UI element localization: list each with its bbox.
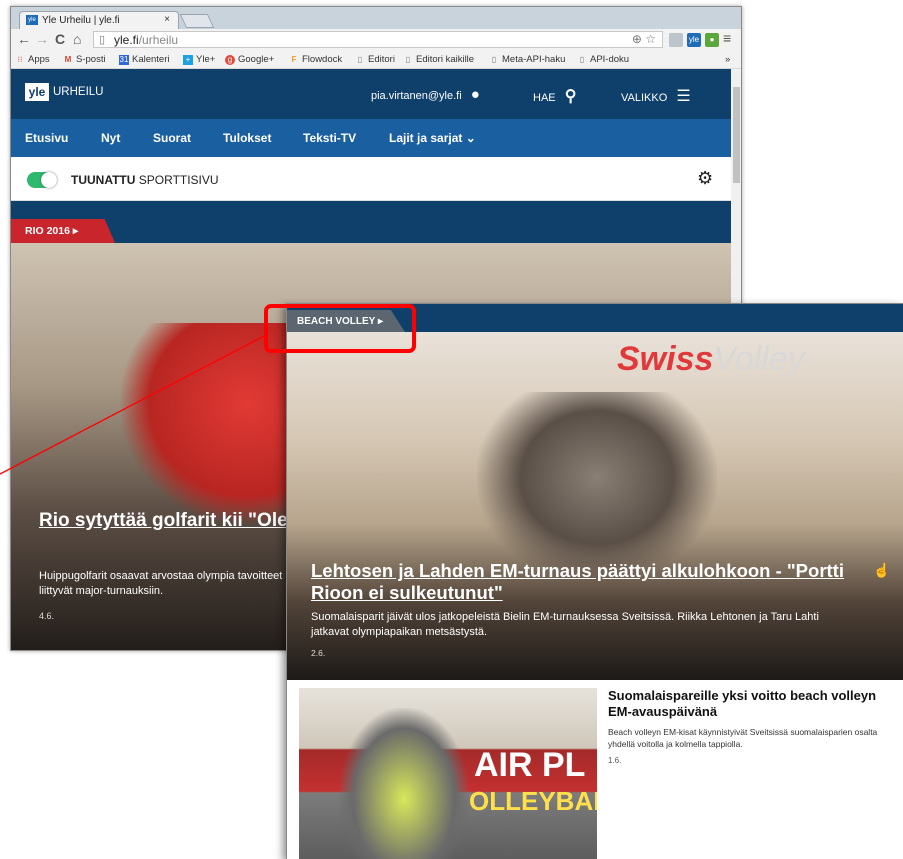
page-icon: ▯	[579, 54, 585, 64]
back-arrow-icon[interactable]: ←	[17, 31, 31, 47]
forward-arrow-icon[interactable]: →	[35, 31, 49, 47]
toggle-knob	[41, 172, 57, 188]
menu-icon[interactable]: ≡	[723, 30, 731, 46]
more-bookmarks-icon[interactable]: »	[725, 54, 730, 65]
page-icon: ▯	[357, 54, 363, 64]
thumbnail-sign-text: AIR PL	[474, 746, 586, 784]
apps-grid-icon: ⁝⁝	[17, 54, 23, 64]
speech-extension-icon[interactable]: ●	[705, 33, 719, 47]
browser-toolbar: ← → C ⌂ ▯ yle.fi/urheilu ⊕ ☆ yle ● ≡	[11, 29, 741, 51]
site-navigation: Etusivu Nyt Suorat Tulokset Teksti-TV La…	[11, 119, 731, 157]
home-icon[interactable]: ⌂	[73, 31, 81, 47]
players-photo	[339, 708, 469, 859]
nav-etusivu[interactable]: Etusivu	[25, 131, 68, 145]
flowdock-icon: F	[291, 54, 297, 64]
page-icon: ▯	[99, 34, 106, 46]
site-header: yle URHEILU pia.virtanen@yle.fi ● HAE ⚲ …	[11, 69, 731, 119]
user-icon: ●	[470, 86, 480, 103]
user-email: pia.virtanen@yle.fi	[371, 90, 462, 102]
thumbnail-sign-text: OLLEYBALL	[469, 786, 597, 816]
hero-lead: Huippugolfarit osaavat arvostaa olympia …	[39, 570, 283, 597]
bookmark-meta-api-haku[interactable]: ▯ Meta-API-haku	[489, 54, 566, 65]
section-banner: RIO 2016 ▸	[11, 201, 731, 243]
customize-toggle[interactable]	[27, 172, 57, 188]
gmail-icon: M	[64, 54, 72, 64]
hamburger-icon: ☰	[676, 88, 691, 105]
bookmark-s-posti[interactable]: M S-posti	[63, 54, 106, 65]
bookmark-apps[interactable]: ⁝⁝ Apps	[15, 54, 49, 65]
menu-label: VALIKKO	[621, 92, 668, 104]
scrollbar-thumb[interactable]	[733, 87, 740, 183]
bookmark-yle-plus[interactable]: + Yle+	[183, 54, 215, 65]
plus-icon: +	[183, 54, 193, 65]
section-title[interactable]: URHEILU	[53, 86, 103, 98]
reload-icon[interactable]: C	[55, 31, 65, 47]
close-tab-icon[interactable]: ×	[164, 14, 170, 25]
rio-2016-tag[interactable]: RIO 2016 ▸	[11, 219, 115, 243]
customize-bar: TUUNATTU SPORTTISIVU ⚙	[11, 157, 731, 201]
hero-headline[interactable]: Rio sytyttää golfarit kii "Olen yksi har…	[39, 509, 299, 532]
calendar-icon: 31	[119, 54, 129, 65]
yle-favicon-icon: yle	[26, 15, 38, 25]
article-title[interactable]: Suomalaispareille yksi voitto beach voll…	[608, 688, 894, 720]
highlight-box	[264, 304, 416, 353]
nav-suorat[interactable]: Suorat	[153, 131, 191, 145]
article-lead: Beach volleyn EM-kisat käynnistyivät Sve…	[608, 727, 878, 749]
address-bar[interactable]: ▯ yle.fi/urheilu ⊕ ☆	[93, 31, 663, 48]
hand-cursor-icon: ☝	[873, 562, 891, 578]
page-icon: ▯	[491, 54, 497, 64]
bookmark-google-plus[interactable]: g Google+	[225, 54, 274, 65]
tab-strip: yle Yle Urheilu | yle.fi ×	[11, 7, 741, 29]
search-button[interactable]: HAE ⚲	[533, 86, 576, 106]
bookmark-api-doku[interactable]: ▯ API-doku	[577, 54, 629, 65]
bookmark-editori-kaikille[interactable]: ▯ Editori kaikille	[403, 54, 474, 65]
article-thumbnail[interactable]: AIR PL OLLEYBALL	[299, 688, 597, 859]
zoom-bookmark-star-icons[interactable]: ⊕ ☆	[632, 32, 656, 46]
nav-nyt[interactable]: Nyt	[101, 131, 120, 145]
url-path: /urheilu	[138, 33, 179, 47]
tab-title: Yle Urheilu | yle.fi	[42, 15, 120, 26]
page-icon: ▯	[405, 54, 411, 64]
featured-article[interactable]: SwissVolley Lehtosen ja Lahden EM-turnau…	[287, 332, 903, 680]
nav-teksti-tv[interactable]: Teksti-TV	[303, 131, 356, 145]
nav-tulokset[interactable]: Tulokset	[223, 131, 271, 145]
featured-date: 2.6.	[311, 648, 326, 658]
new-tab-button[interactable]	[179, 14, 215, 28]
google-plus-icon: g	[225, 54, 235, 65]
bookmark-editori[interactable]: ▯ Editori	[355, 54, 395, 65]
yle-extension-icon[interactable]: yle	[687, 33, 701, 47]
extension-icon[interactable]	[669, 33, 683, 47]
zoomed-article-panel: BEACH VOLLEY ▸ SwissVolley Lehtosen ja L…	[286, 303, 903, 859]
user-account[interactable]: pia.virtanen@yle.fi ●	[371, 86, 480, 103]
nav-lajit-ja-sarjat[interactable]: Lajit ja sarjat ⌄	[389, 131, 476, 145]
featured-lead: Suomalaisparit jäivät ulos jatkopeleistä…	[311, 611, 819, 638]
featured-headline[interactable]: Lehtosen ja Lahden EM-turnaus päättyi al…	[311, 560, 871, 604]
featured-photo	[477, 392, 717, 582]
hero-date: 4.6.	[39, 611, 55, 621]
menu-button[interactable]: VALIKKO ☰	[621, 86, 691, 106]
article-date: 1.6.	[608, 756, 622, 765]
settings-gear-icon[interactable]: ⚙	[697, 168, 713, 189]
bookmarks-bar: ⁝⁝ Apps M S-posti 31 Kalenteri + Yle+ g Googl…	[11, 51, 741, 69]
search-label: HAE	[533, 92, 556, 104]
yle-logo[interactable]: yle	[25, 83, 49, 101]
browser-tab[interactable]: yle Yle Urheilu | yle.fi ×	[19, 11, 179, 29]
bookmark-kalenteri[interactable]: 31 Kalenteri	[119, 54, 170, 65]
swiss-volley-logo: SwissVolley	[617, 340, 805, 378]
url-host: yle.fi	[114, 33, 139, 47]
bookmark-flowdock[interactable]: F Flowdock	[289, 54, 343, 65]
customize-label: TUUNATTU SPORTTISIVU	[71, 173, 219, 187]
search-icon: ⚲	[564, 88, 577, 105]
